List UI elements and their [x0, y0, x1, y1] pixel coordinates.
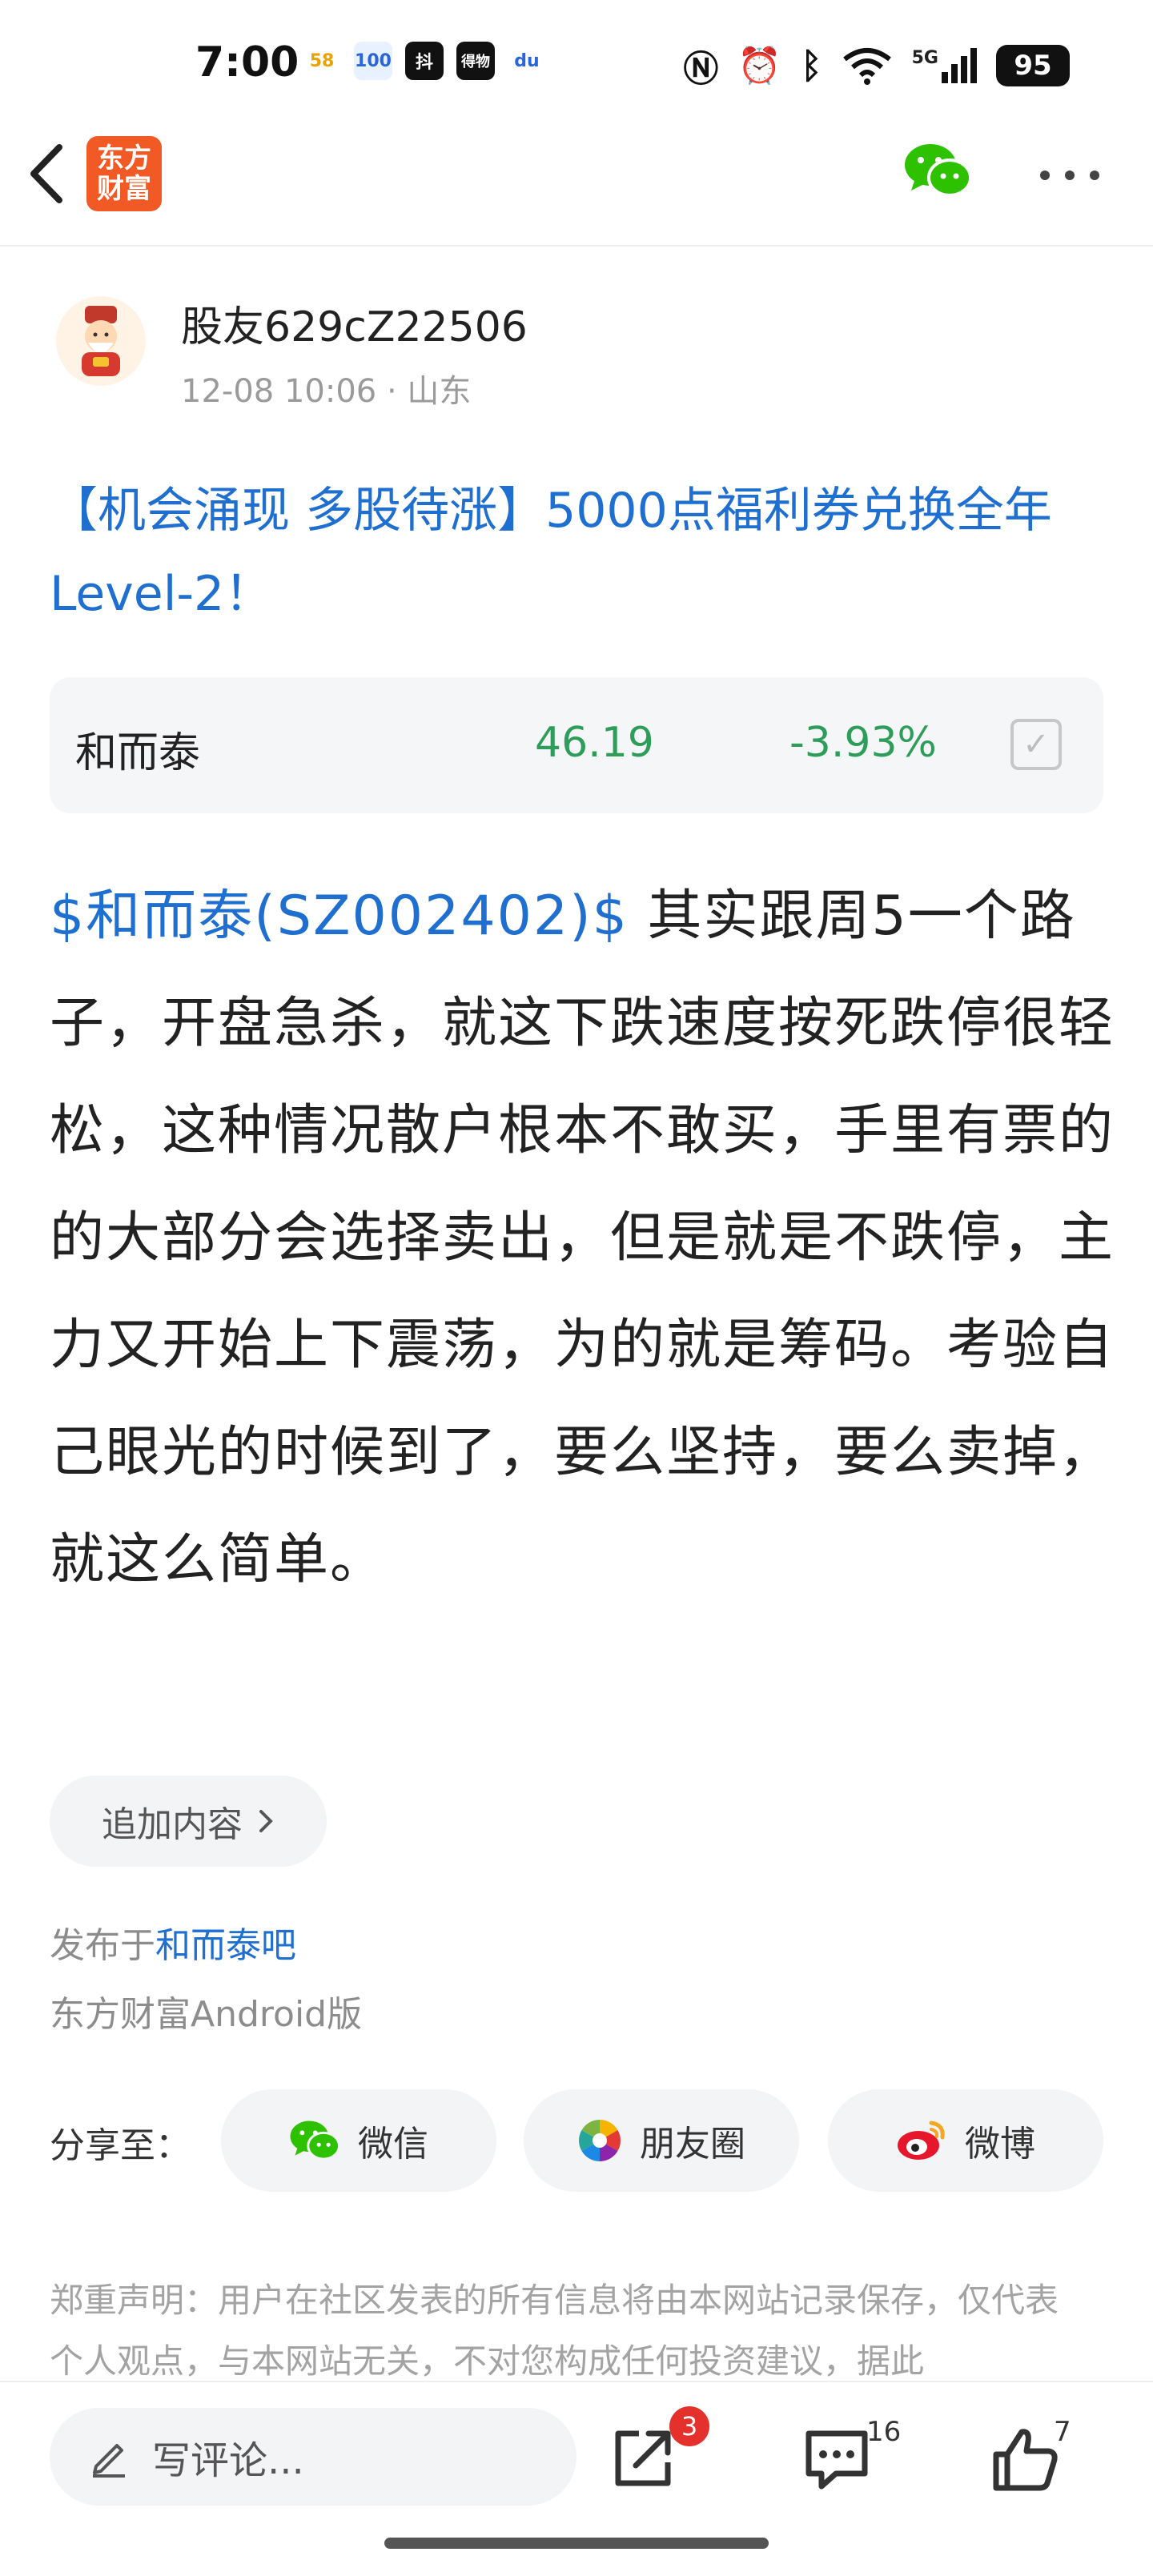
moments-icon [579, 2120, 621, 2161]
comment-input[interactable]: 写评论... [50, 2408, 576, 2506]
published-prefix: 发布于 [50, 1925, 155, 1966]
nfc-icon: Ⓝ [683, 49, 719, 90]
more-options-icon[interactable] [1038, 168, 1102, 183]
weibo-icon [898, 2121, 945, 2160]
thumbs-up-icon[interactable] [990, 2422, 1062, 2494]
stock-change: -3.93% [789, 719, 937, 767]
stock-name: 和而泰 [75, 729, 201, 777]
wechat-share-icon[interactable] [903, 141, 972, 200]
stock-price: 46.19 [535, 719, 654, 767]
app-100-icon: 100 [354, 42, 392, 80]
fortune-god-avatar-icon [82, 306, 120, 376]
logo-text-line2: 财富 [97, 173, 151, 205]
post-location: · 山东 [386, 373, 472, 410]
post-title[interactable]: 【机会涌现 多股待涨】5000点福利券兑换全年Level-2！ [50, 469, 1091, 636]
post-body: $和而泰(SZ002402)$ 其实跟周5一个路子，开盘急杀，就这下跌速度按死跌… [50, 863, 1115, 1614]
disclaimer-text: 郑重声明：用户在社区发表的所有信息将由本网站记录保存，仅代表个人观点，与本网站无… [50, 2281, 1059, 2381]
share-weibo-label: 微博 [965, 2124, 1035, 2165]
post-body-text: 其实跟周5一个路子，开盘急杀，就这下跌速度按死跌停很轻松，这种情况散户根本不敢买… [50, 885, 1115, 1591]
baidu-icon: du [508, 42, 546, 80]
share-count-badge: 3 [669, 2406, 709, 2446]
chevron-right-icon [259, 1810, 273, 1832]
status-app-icons: 58 100 抖 得物 du [303, 42, 546, 80]
status-time: 7:00 [195, 38, 299, 86]
stock-tag-link[interactable]: $和而泰(SZ002402)$ [50, 885, 629, 948]
comment-count: 16 [866, 2416, 902, 2448]
comment-icon[interactable] [801, 2422, 873, 2494]
battery-indicator: 95 [996, 45, 1070, 86]
logo-text-line1: 东方 [97, 142, 151, 175]
share-weibo-button[interactable]: 微博 [828, 2089, 1103, 2192]
avatar[interactable] [56, 296, 146, 386]
client-platform: 东方财富Android版 [50, 1994, 363, 2035]
alarm-icon: ⏰ [737, 46, 782, 86]
share-moments-button[interactable]: 朋友圈 [524, 2089, 799, 2192]
bar-link[interactable]: 和而泰吧 [155, 1925, 296, 1966]
append-content-button[interactable]: 追加内容 [50, 1776, 327, 1867]
network-type: 5G [911, 48, 938, 68]
dewu-icon: 得物 [456, 42, 495, 80]
wifi-icon [842, 48, 891, 85]
post-meta: 12-08 10:06 · 山东 [181, 365, 471, 411]
back-arrow-icon[interactable] [22, 138, 70, 210]
signal-icon: 5G [912, 48, 977, 83]
append-content-label: 追加内容 [102, 1804, 243, 1845]
eastmoney-logo: 东方 财富 [86, 136, 162, 211]
comment-placeholder: 写评论... [152, 2438, 304, 2483]
bluetooth-icon: ᛒ [801, 45, 822, 86]
add-watchlist-checkbox-icon[interactable]: ✓ [1010, 719, 1062, 770]
published-in: 发布于和而泰吧 [50, 1916, 296, 1968]
header-divider [0, 245, 1153, 247]
like-count: 7 [1054, 2416, 1071, 2448]
share-wechat-label: 微信 [358, 2124, 428, 2165]
wechat-icon [290, 2121, 340, 2161]
forward-share-icon[interactable] [607, 2422, 679, 2494]
pencil-icon [93, 2444, 125, 2478]
share-wechat-button[interactable]: 微信 [221, 2089, 496, 2192]
tiktok-icon: 抖 [405, 42, 444, 80]
author-name[interactable]: 股友629cZ22506 [181, 293, 528, 353]
home-indicator[interactable] [384, 2538, 769, 2549]
stock-quote-card[interactable]: 和而泰 46.19 -3.93% ✓ [50, 677, 1103, 813]
share-label: 分享至： [50, 2125, 191, 2166]
status-indicators: Ⓝ ⏰ ᛒ 5G 95 [683, 40, 1070, 91]
app-58-icon: 58 [303, 42, 341, 80]
post-date: 12-08 10:06 [181, 373, 377, 410]
share-moments-label: 朋友圈 [640, 2124, 745, 2165]
